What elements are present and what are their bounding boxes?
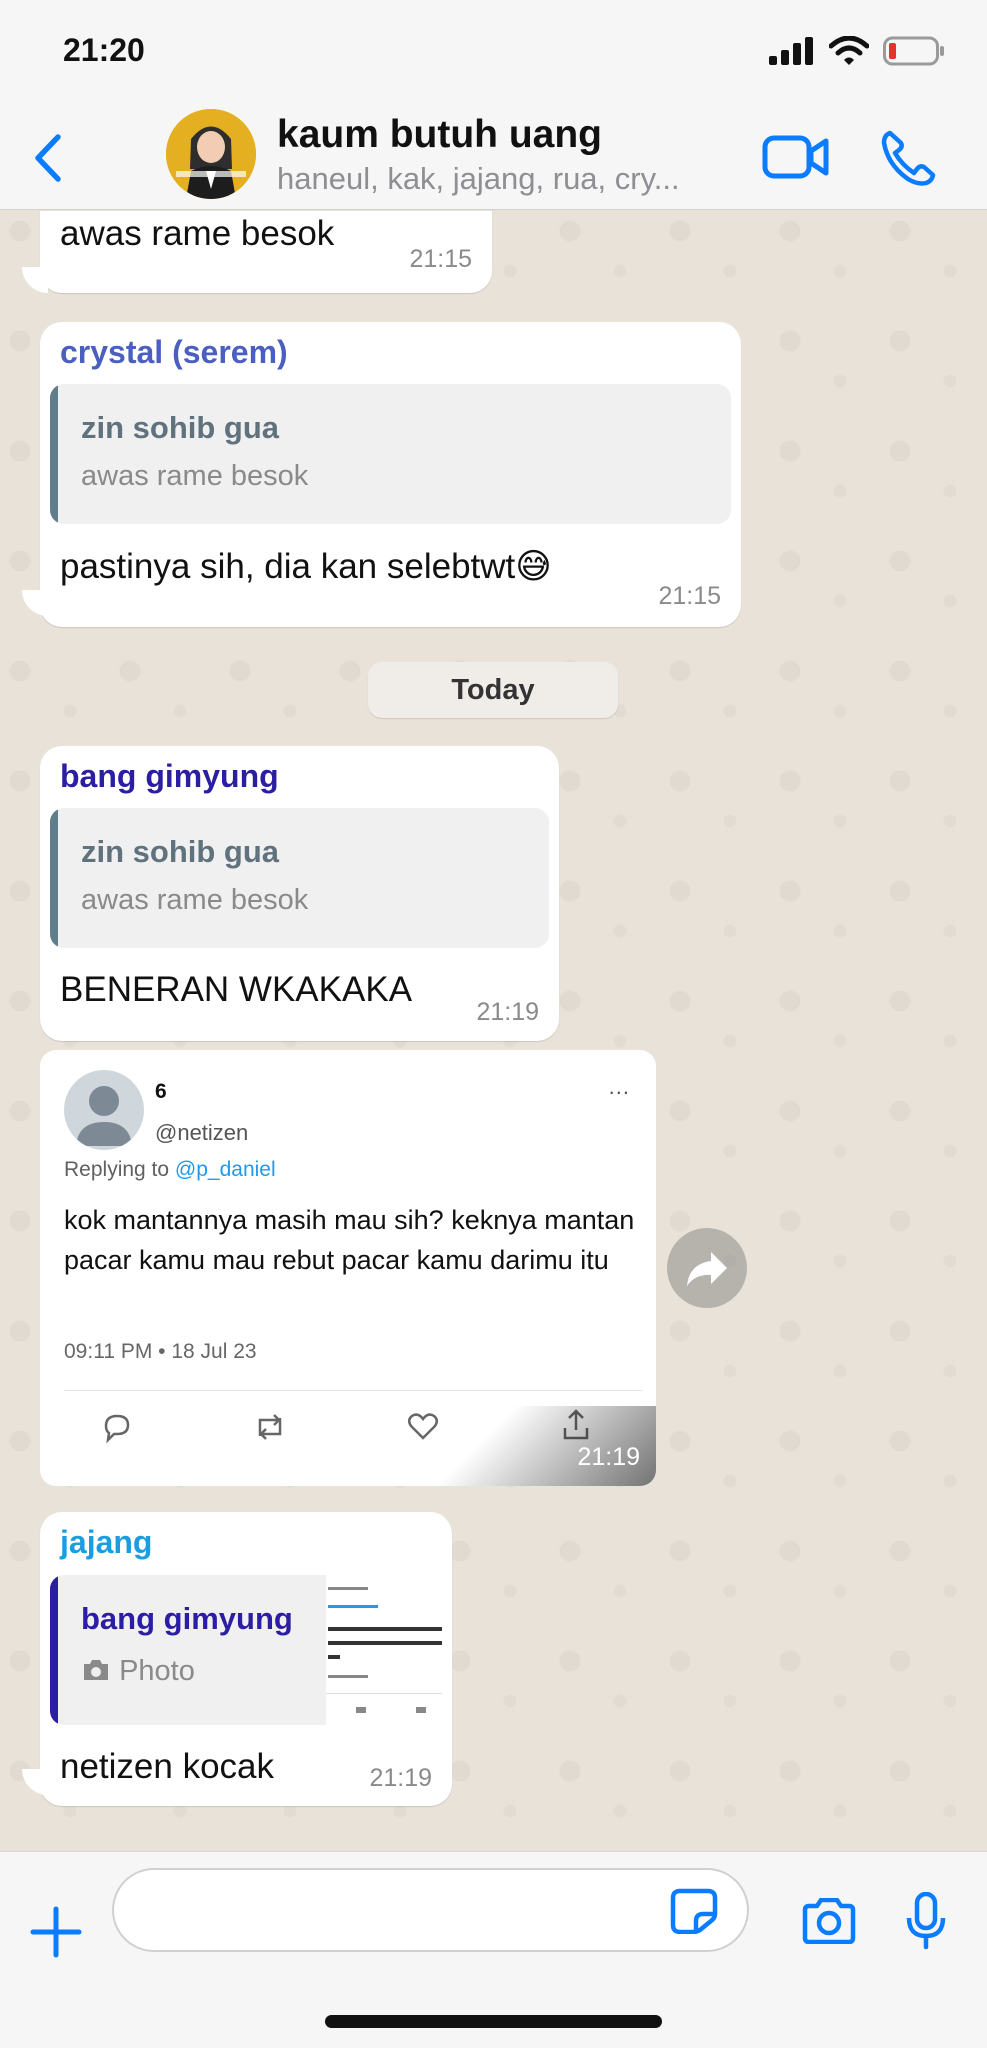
quote-bar	[50, 384, 58, 524]
message-time: 21:15	[658, 582, 721, 610]
group-members[interactable]: haneul, kak, jajang, rua, cry...	[277, 161, 680, 197]
message-time: 21:19	[476, 998, 539, 1026]
quote-author: zin sohib gua	[81, 834, 280, 869]
reply-icon	[104, 1414, 130, 1444]
day-separator: Today	[368, 662, 618, 718]
reply-quote[interactable]: zin sohib gua awas rame besok	[50, 384, 731, 524]
status-icons	[769, 36, 945, 66]
default-user-icon	[76, 1086, 132, 1146]
sender-name[interactable]: jajang	[60, 1524, 152, 1561]
microphone-icon[interactable]	[906, 1892, 946, 1950]
tweet-text: kok mantannya masih mau sih? keknya mant…	[64, 1205, 635, 1275]
attach-plus-icon[interactable]	[30, 1906, 82, 1958]
status-bar: 21:20	[0, 0, 987, 105]
avatar-illustration-icon	[166, 109, 256, 199]
chat-area[interactable]: awas rame besok 21:15 crystal (serem) zi…	[0, 211, 987, 1851]
group-title[interactable]: kaum butuh uang	[277, 113, 602, 157]
message-bubble[interactable]: crystal (serem) zin sohib gua awas rame …	[40, 322, 741, 627]
retweet-icon	[258, 1414, 282, 1440]
replying-mention: @p_daniel	[174, 1158, 276, 1181]
message-text: awas rame besok	[60, 214, 335, 253]
sender-name[interactable]: crystal (serem)	[60, 334, 288, 371]
status-time: 21:20	[63, 32, 145, 68]
quote-text: awas rame besok	[81, 460, 309, 492]
message-bubble[interactable]: bang gimyung zin sohib gua awas rame bes…	[40, 746, 559, 1041]
sticker-icon[interactable]	[670, 1888, 718, 1934]
chat-header: kaum butuh uang haneul, kak, jajang, rua…	[0, 105, 987, 210]
video-call-icon[interactable]	[762, 133, 830, 181]
reply-quote[interactable]: bang gimyung Photo	[50, 1575, 442, 1725]
replying-label: Replying to	[64, 1158, 170, 1181]
forward-button[interactable]	[667, 1228, 747, 1308]
reply-quote[interactable]: zin sohib gua awas rame besok	[50, 808, 549, 948]
message-text: pastinya sih, dia kan selebtwt😅	[60, 547, 552, 586]
tweet-author-handle: @netizen	[155, 1120, 249, 1145]
message-time: 21:19	[577, 1443, 640, 1471]
group-avatar[interactable]	[166, 109, 256, 199]
back-chevron-icon[interactable]	[30, 131, 66, 185]
tweet-replying-to: Replying to @p_daniel	[64, 1158, 276, 1182]
more-icon: ...	[608, 1074, 630, 1099]
wifi-icon	[829, 36, 869, 65]
phone-call-icon[interactable]	[880, 129, 938, 187]
tweet-avatar	[64, 1070, 144, 1150]
quote-text: awas rame besok	[81, 884, 309, 916]
tweet-date: 09:11 PM • 18 Jul 23	[64, 1340, 257, 1363]
quote-author: zin sohib gua	[81, 410, 280, 445]
bubble-tail	[22, 1769, 48, 1795]
photo-thumbnail	[326, 1575, 442, 1725]
message-composer	[0, 1851, 987, 2048]
message-bubble[interactable]: jajang bang gimyung Photo netizen kocak …	[40, 1512, 452, 1806]
bubble-tail	[22, 590, 48, 616]
quote-photo-label: Photo	[81, 1655, 195, 1688]
sender-name[interactable]: bang gimyung	[60, 758, 279, 795]
message-input[interactable]	[112, 1868, 749, 1952]
message-bubble[interactable]: awas rame besok 21:15	[40, 211, 492, 293]
battery-icon	[883, 36, 944, 66]
camera-icon[interactable]	[800, 1898, 858, 1944]
quote-bar	[50, 1575, 58, 1725]
tweet-screenshot[interactable]: 6 @netizen ... Replying to @p_daniel kok…	[40, 1050, 656, 1486]
quote-text: Photo	[119, 1655, 195, 1687]
quote-bar	[50, 808, 58, 948]
forward-arrow-icon	[687, 1252, 727, 1286]
camera-small-icon	[84, 1660, 108, 1680]
message-text: BENERAN WKAKAKA	[60, 970, 413, 1009]
message-time: 21:15	[409, 245, 472, 273]
tweet-thumbnail-icon	[326, 1575, 442, 1725]
quote-author: bang gimyung	[81, 1601, 293, 1636]
tweet-divider	[64, 1390, 642, 1391]
message-text: netizen kocak	[60, 1747, 275, 1786]
tweet-author-name: 6	[155, 1080, 167, 1103]
bubble-tail	[22, 267, 48, 293]
message-time: 21:19	[369, 1764, 432, 1792]
home-indicator[interactable]	[325, 2015, 662, 2028]
signal-icon	[769, 37, 813, 65]
